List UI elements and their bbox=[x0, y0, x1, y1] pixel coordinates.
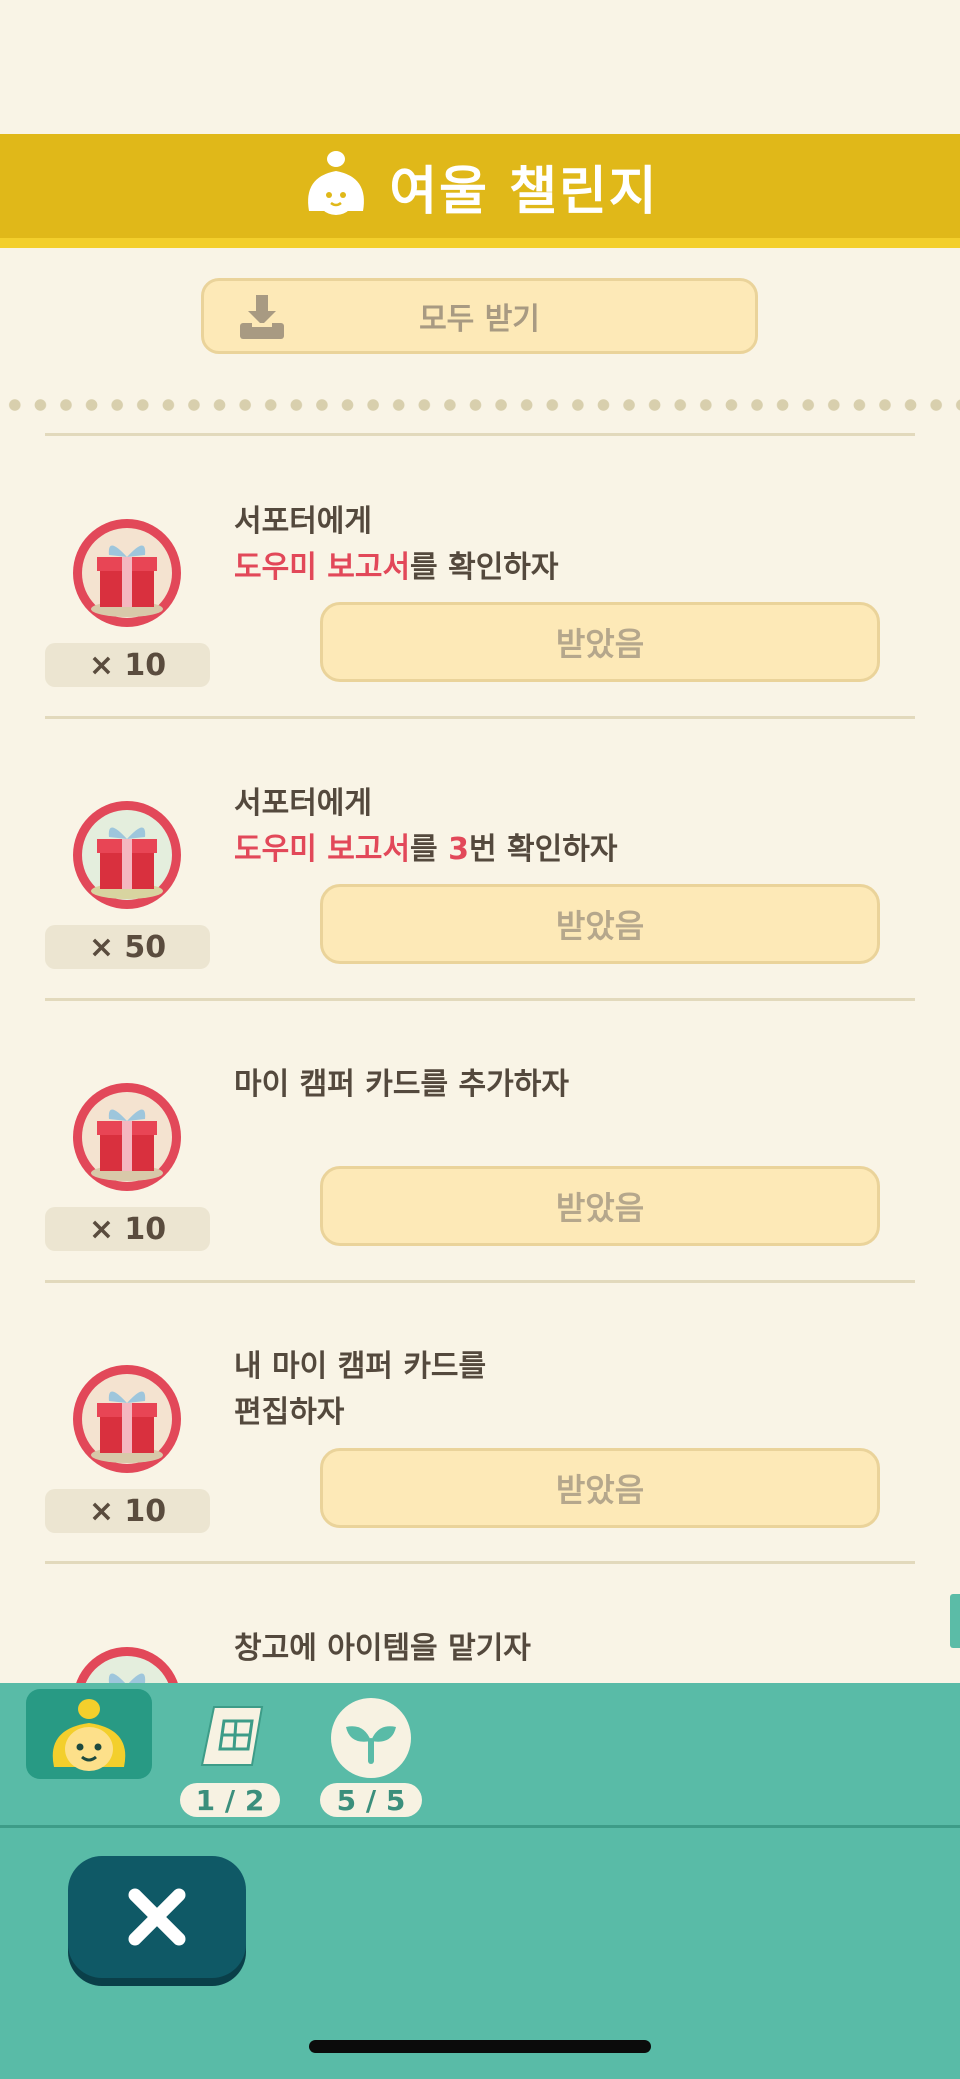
reward-count: × 50 bbox=[45, 925, 210, 969]
received-button[interactable]: 받았음 bbox=[320, 884, 880, 964]
divider bbox=[45, 1280, 915, 1283]
sprout-icon bbox=[331, 1698, 411, 1778]
task-line1: 서포터에게 bbox=[234, 786, 372, 821]
dotted-divider bbox=[0, 398, 960, 412]
gift-reward-icon bbox=[73, 801, 181, 909]
tab-isabelle[interactable] bbox=[26, 1689, 152, 1779]
gift-reward-icon bbox=[73, 519, 181, 627]
received-button[interactable]: 받았음 bbox=[320, 1166, 880, 1246]
calendar-icon bbox=[200, 1706, 264, 1766]
task-text-part: 확인하자 bbox=[448, 550, 559, 585]
gift-reward-icon bbox=[73, 1083, 181, 1191]
download-tray-icon bbox=[240, 295, 284, 339]
task-line2: 도우미 보고서를 3번 확인하자 bbox=[234, 827, 617, 873]
home-indicator bbox=[309, 2040, 651, 2053]
task-description: 서포터에게 도우미 보고서를 확인하자 bbox=[234, 499, 559, 591]
task-description: 내 마이 캠퍼 카드를 편집하자 bbox=[234, 1344, 486, 1436]
task-text-part: 를 bbox=[410, 550, 449, 585]
divider bbox=[45, 998, 915, 1001]
reward-count: × 10 bbox=[45, 643, 210, 687]
page-title: 여울 챌린지 bbox=[389, 161, 659, 222]
reward-count: × 10 bbox=[45, 1489, 210, 1533]
task-line1: 마이 캠퍼 카드를 추가하자 bbox=[234, 1067, 569, 1102]
header-banner: 여울 챌린지 bbox=[0, 134, 960, 248]
isabelle-icon bbox=[52, 1699, 126, 1771]
divider bbox=[45, 716, 915, 719]
received-button[interactable]: 받았음 bbox=[320, 602, 880, 682]
calendar-progress: 1 / 2 bbox=[180, 1783, 280, 1817]
task-description: 마이 캠퍼 카드를 추가하자 bbox=[234, 1062, 569, 1108]
task-line1: 내 마이 캠퍼 카드를 bbox=[234, 1349, 487, 1384]
task-line1: 창고에 아이템을 맡기자 bbox=[234, 1631, 531, 1666]
task-highlight-number: 3 bbox=[448, 832, 469, 867]
bottom-separator bbox=[0, 1825, 960, 1828]
task-description: 창고에 아이템을 맡기자 bbox=[234, 1626, 531, 1672]
task-text-part: 번 확인하자 bbox=[468, 832, 618, 867]
isabelle-icon bbox=[308, 151, 365, 215]
received-button[interactable]: 받았음 bbox=[320, 1448, 880, 1528]
task-description: 서포터에게 도우미 보고서를 3번 확인하자 bbox=[234, 781, 617, 873]
task-line1: 서포터에게 bbox=[234, 504, 372, 539]
task-line2: 편집하자 bbox=[234, 1395, 345, 1430]
task-text-part: 를 bbox=[410, 832, 449, 867]
claim-all-button[interactable]: 모두 받기 bbox=[201, 278, 758, 354]
divider bbox=[45, 433, 915, 436]
divider bbox=[45, 1561, 915, 1564]
tab-sprout[interactable] bbox=[330, 1697, 412, 1779]
claim-all-label: 모두 받기 bbox=[419, 302, 540, 337]
tab-calendar[interactable] bbox=[196, 1701, 266, 1781]
task-highlight: 도우미 보고서 bbox=[234, 550, 411, 585]
task-line2: 도우미 보고서를 확인하자 bbox=[234, 545, 559, 591]
scrollbar-thumb[interactable] bbox=[950, 1594, 960, 1648]
task-highlight: 도우미 보고서 bbox=[234, 832, 411, 867]
sprout-progress: 5 / 5 bbox=[320, 1783, 422, 1817]
close-button[interactable] bbox=[68, 1856, 246, 1978]
gift-reward-icon bbox=[73, 1365, 181, 1473]
reward-count: × 10 bbox=[45, 1207, 210, 1251]
close-icon bbox=[128, 1888, 186, 1946]
